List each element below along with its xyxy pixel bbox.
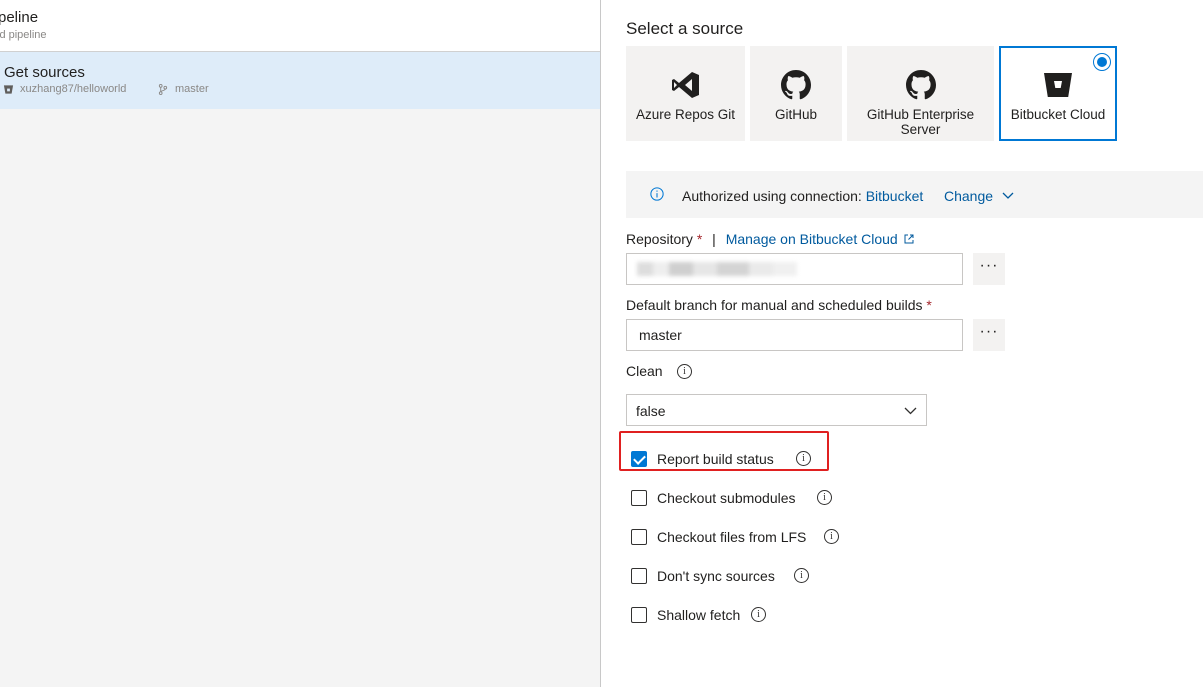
- checkout-submodules-info-icon[interactable]: i: [817, 490, 832, 505]
- authorization-bar: Authorized using connection: Bitbucket C…: [626, 171, 1203, 218]
- chevron-down-icon[interactable]: [1002, 190, 1014, 200]
- repository-label-row: Repository * | Manage on Bitbucket Cloud: [626, 231, 898, 247]
- bitbucket-icon: [1044, 73, 1072, 97]
- github-icon: [781, 70, 811, 100]
- source-tile-label: GitHub Enterprise Server: [866, 107, 975, 137]
- auth-text: Authorized using connection: Bitbucket: [682, 188, 923, 204]
- report-build-status-label[interactable]: Report build status: [657, 451, 774, 467]
- clean-select[interactable]: false: [626, 394, 927, 426]
- branch-label: Default branch for manual and scheduled …: [626, 297, 923, 313]
- repository-browse-button[interactable]: ···: [973, 253, 1005, 285]
- auth-change-button[interactable]: Change: [944, 188, 993, 204]
- clean-info-icon[interactable]: i: [677, 364, 692, 379]
- get-sources-title: Get sources: [4, 64, 85, 81]
- external-link-icon[interactable]: [904, 234, 914, 244]
- branch-icon: [158, 84, 168, 95]
- required-marker: *: [926, 297, 932, 313]
- source-tile-azure-repos[interactable]: Azure Repos Git: [626, 46, 745, 141]
- shallow-fetch-info-icon[interactable]: i: [751, 607, 766, 622]
- pipeline-title: peline: [0, 9, 39, 26]
- required-marker: *: [696, 231, 703, 247]
- checkout-lfs-checkbox[interactable]: [631, 529, 647, 545]
- auth-label: Authorized using connection:: [682, 188, 862, 204]
- checkout-lfs-info-icon[interactable]: i: [824, 529, 839, 544]
- pipeline-subtitle: ld pipeline: [0, 29, 47, 41]
- get-sources-item[interactable]: Get sources: [0, 52, 600, 109]
- source-tile-github-enterprise[interactable]: GitHub Enterprise Server: [847, 46, 994, 141]
- source-tile-label: Azure Repos Git: [635, 107, 736, 122]
- dont-sync-sources-label[interactable]: Don't sync sources: [657, 568, 775, 584]
- branch-label-row: Default branch for manual and scheduled …: [626, 297, 932, 313]
- checkout-submodules-label[interactable]: Checkout submodules: [657, 490, 796, 506]
- get-sources-repo: xuzhang87/helloworld: [20, 83, 127, 95]
- separator: |: [712, 231, 716, 247]
- get-sources-branch: master: [175, 83, 209, 95]
- auth-connection-link[interactable]: Bitbucket: [866, 188, 924, 204]
- selected-radio-icon: [1093, 53, 1111, 71]
- source-tile-github[interactable]: GitHub: [750, 46, 842, 141]
- dont-sync-sources-checkbox[interactable]: [631, 568, 647, 584]
- repository-label: Repository: [626, 231, 693, 247]
- select-source-title: Select a source: [626, 19, 744, 38]
- branch-browse-button[interactable]: ···: [973, 319, 1005, 351]
- info-icon: [650, 187, 664, 201]
- manage-bitbucket-link[interactable]: Manage on Bitbucket Cloud: [726, 231, 898, 247]
- source-tile-bitbucket-cloud[interactable]: Bitbucket Cloud: [999, 46, 1117, 141]
- redacted-repository-value: [637, 262, 797, 276]
- source-tile-label: GitHub: [774, 107, 818, 122]
- pipeline-header[interactable]: peline ld pipeline: [0, 0, 600, 52]
- clean-label: Clean: [626, 363, 663, 379]
- pipeline-tasks-panel: peline ld pipeline Get sources xuzhang87…: [0, 0, 601, 687]
- shallow-fetch-label[interactable]: Shallow fetch: [657, 607, 740, 623]
- repository-input[interactable]: [626, 253, 963, 285]
- branch-input[interactable]: master: [626, 319, 963, 351]
- checkout-submodules-checkbox[interactable]: [631, 490, 647, 506]
- shallow-fetch-checkbox[interactable]: [631, 607, 647, 623]
- bitbucket-icon: [3, 85, 14, 94]
- source-tile-label: Bitbucket Cloud: [1010, 107, 1106, 122]
- dont-sync-sources-info-icon[interactable]: i: [794, 568, 809, 583]
- report-build-status-checkbox[interactable]: [631, 451, 647, 467]
- report-build-status-info-icon[interactable]: i: [796, 451, 811, 466]
- chevron-down-icon: [904, 407, 917, 415]
- github-icon: [905, 70, 936, 100]
- checkout-lfs-label[interactable]: Checkout files from LFS: [657, 529, 806, 545]
- azure-repos-icon: [671, 72, 699, 98]
- clean-select-value: false: [636, 403, 666, 419]
